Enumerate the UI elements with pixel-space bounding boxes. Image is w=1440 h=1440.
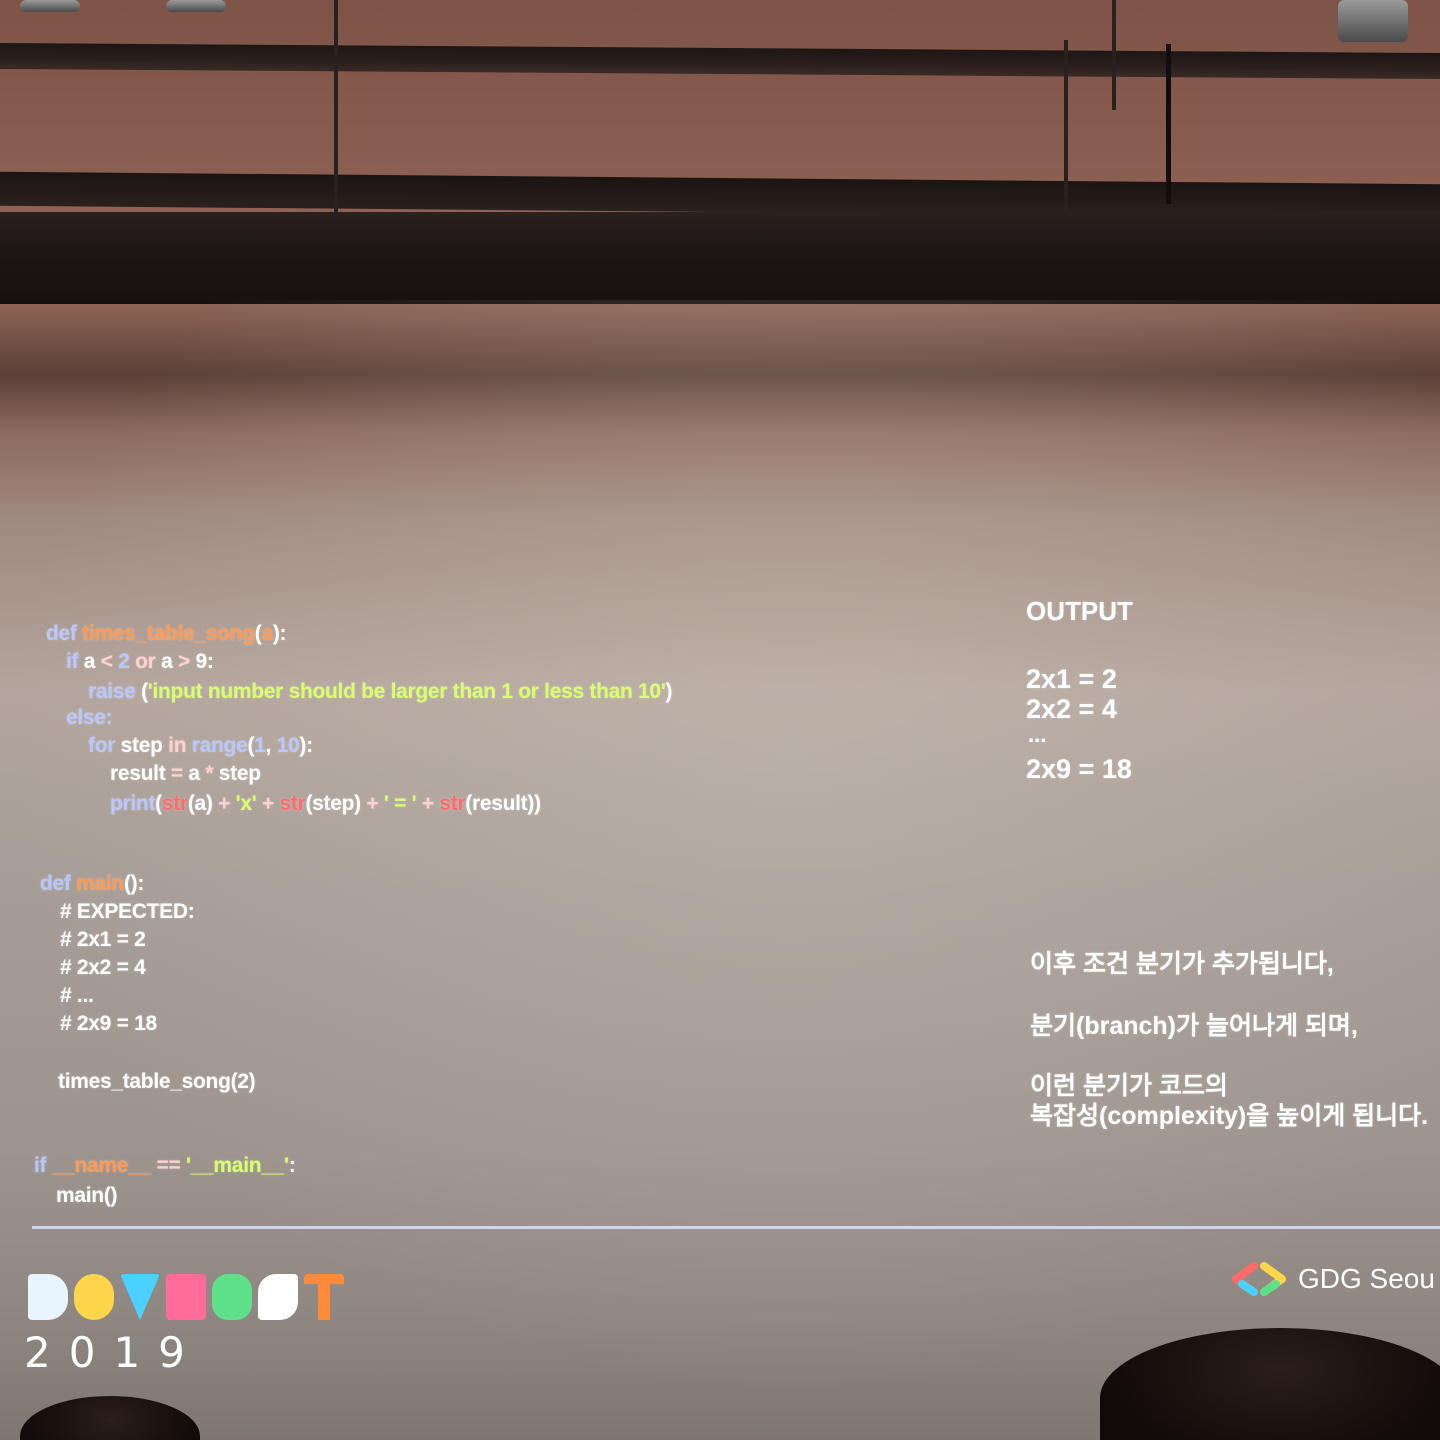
logo-letter-block xyxy=(258,1274,298,1320)
operator: + xyxy=(261,792,274,815)
ceiling-rod xyxy=(334,0,338,220)
code-line-13: # 2x9 = 18 xyxy=(60,1012,157,1035)
operator: + xyxy=(421,792,434,815)
gdg-chevrons-icon xyxy=(1232,1262,1286,1296)
keyword-else: else: xyxy=(66,706,113,729)
output-line: 2x1 = 2 xyxy=(1026,664,1117,694)
code-line-6: result = a * step xyxy=(110,762,261,785)
builtin-range: range xyxy=(191,734,248,757)
code-line-2: if a < 2 or a > 9: xyxy=(66,650,214,673)
note-line-2: 분기(branch)가 늘어나게 되며, xyxy=(1030,1012,1358,1040)
operator: == xyxy=(156,1154,181,1177)
ceiling-lamp xyxy=(20,0,80,12)
ceiling-beam-wide xyxy=(0,212,1440,304)
note-line-4: 복잡성(complexity)을 높이게 됩니다. xyxy=(1030,1102,1429,1130)
number: 2 xyxy=(118,650,130,673)
output-line: 2x2 = 4 xyxy=(1026,694,1117,724)
string-literal: ' = ' xyxy=(383,792,417,815)
code-line-1: def times_table_song(a): xyxy=(46,622,287,645)
output-line: 2x9 = 18 xyxy=(1026,754,1132,784)
dunder-name: __name__ xyxy=(51,1154,151,1177)
code-line-14: times_table_song(2) xyxy=(58,1070,256,1093)
keyword-or: or xyxy=(135,650,156,673)
builtin-str: str xyxy=(439,792,466,815)
string-literal: 'input number should be larger than 1 or… xyxy=(147,680,666,703)
logo-letter-block xyxy=(28,1274,68,1320)
code-line-10: # 2x1 = 2 xyxy=(60,928,146,951)
code-line-12: # ... xyxy=(60,984,94,1007)
output-heading: OUTPUT xyxy=(1026,596,1133,626)
code-line-16: main() xyxy=(56,1184,118,1207)
operator: < xyxy=(100,650,113,673)
keyword-def: def xyxy=(40,872,77,895)
number: 1 xyxy=(254,734,266,757)
ceiling-lamp xyxy=(166,0,226,12)
operator: = xyxy=(170,762,183,785)
logo-letter-block xyxy=(166,1274,206,1320)
string-literal: 'x' xyxy=(235,792,257,815)
string-literal: '__main__' xyxy=(185,1154,289,1177)
operator: + xyxy=(366,792,379,815)
operator: > xyxy=(178,650,190,673)
code-line-4: else: xyxy=(66,704,113,732)
devfest-year: 2019 xyxy=(24,1328,203,1377)
operator: * xyxy=(205,762,214,785)
ceiling-rod xyxy=(1064,40,1068,220)
builtin-str: str xyxy=(279,792,306,815)
devfest-logo xyxy=(28,1274,344,1322)
keyword-in: in xyxy=(168,734,187,757)
logo-letter-block xyxy=(120,1274,160,1320)
ceiling-beam-top xyxy=(0,42,1440,80)
ceiling-lamp xyxy=(1338,0,1408,42)
audience-head xyxy=(20,1396,200,1440)
keyword-raise: raise xyxy=(88,680,142,703)
slide-divider-line xyxy=(32,1226,1440,1229)
logo-letter-block xyxy=(304,1274,344,1320)
gdg-badge: GDG Seou xyxy=(1228,1262,1435,1296)
function-name: main xyxy=(76,872,124,895)
operator: + xyxy=(218,792,231,815)
keyword-if: if xyxy=(66,650,84,673)
gdg-label: GDG Seou xyxy=(1298,1263,1435,1294)
function-name: times_table_song xyxy=(82,622,255,645)
code-line-15: if __name__ == '__main__': xyxy=(34,1154,296,1177)
ceiling-cable xyxy=(1166,44,1171,204)
code-line-8: def main(): xyxy=(40,872,145,895)
logo-letter-block xyxy=(212,1274,252,1320)
number: 10 xyxy=(276,734,300,757)
code-line-7: print(str(a) + 'x' + str(step) + ' = ' +… xyxy=(110,792,541,815)
projection-screen xyxy=(0,300,1440,1400)
code-line-9: # EXPECTED: xyxy=(60,900,195,923)
photo-stage: def times_table_song(a): if a < 2 or a >… xyxy=(0,0,1440,1440)
code-line-5: for step in range(1, 10): xyxy=(88,734,313,757)
logo-letter-block xyxy=(74,1274,114,1320)
output-line: ... xyxy=(1028,722,1047,747)
parameter: a xyxy=(261,622,273,645)
ceiling-rod xyxy=(1112,0,1116,110)
keyword-def: def xyxy=(46,622,83,645)
code-line-3: raise ('input number should be larger th… xyxy=(88,680,673,703)
code-line-11: # 2x2 = 4 xyxy=(60,956,146,979)
note-line-1: 이후 조건 분기가 추가됩니다, xyxy=(1030,950,1334,978)
keyword-if: if xyxy=(34,1154,52,1177)
builtin-print: print xyxy=(110,792,156,815)
builtin-str: str xyxy=(161,792,188,815)
keyword-for: for xyxy=(88,734,121,757)
